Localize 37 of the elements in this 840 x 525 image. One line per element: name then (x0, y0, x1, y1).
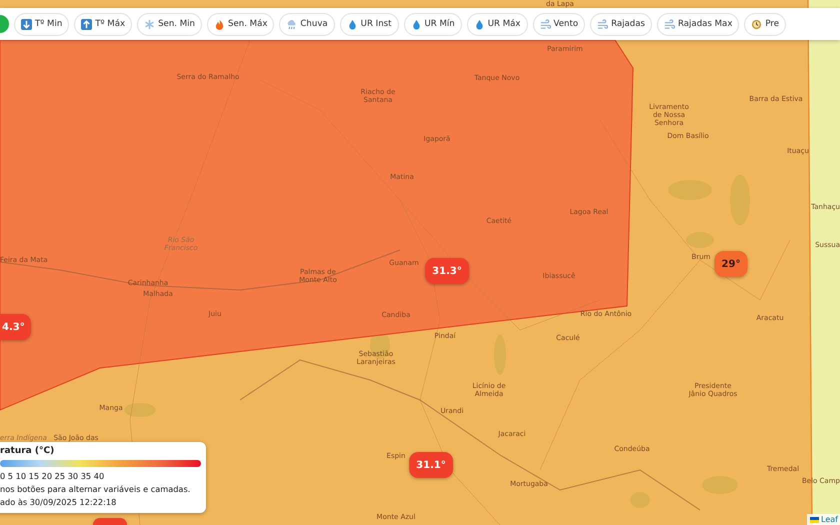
rain-cloud-icon (286, 18, 298, 30)
vegetation-patch (124, 403, 156, 417)
temperature-marker[interactable] (93, 518, 127, 525)
legend-hint: nos botões para alternar variáveis e camadas. (0, 483, 192, 496)
layer-button[interactable]: Tº Máx (74, 12, 132, 36)
wind-icon (540, 18, 551, 30)
layer-button[interactable]: Chuva (279, 12, 335, 36)
layer-button[interactable]: Rajadas (590, 12, 652, 36)
temperature-marker[interactable]: 31.1° (409, 452, 453, 478)
droplet-icon (410, 18, 422, 30)
layer-button[interactable]: UR Máx (466, 12, 528, 36)
clock-icon (751, 18, 762, 30)
layer-button[interactable]: Rajadas Max (657, 12, 740, 36)
flag-icon (810, 516, 820, 522)
temperature-marker[interactable]: 31.3° (425, 258, 469, 284)
layer-button[interactable]: UR Mín (404, 12, 462, 36)
update-time: ado às 30/09/2025 12:22:18 (0, 496, 118, 509)
layer-button[interactable]: Vento (532, 12, 586, 36)
wind-icon (664, 18, 675, 30)
flame-icon (214, 18, 225, 30)
attribution-link[interactable]: Leaf (807, 514, 840, 525)
snowflake-icon (144, 18, 156, 30)
wind-icon (597, 18, 608, 30)
droplet-icon (346, 18, 358, 30)
temperature-marker[interactable]: 29° (714, 251, 748, 277)
layer-button[interactable]: Sen. Máx (207, 12, 274, 36)
scale-labels: 0 5 10 15 20 25 30 35 40 (0, 470, 106, 483)
up-arrow-icon (81, 18, 92, 30)
down-arrow-icon (21, 18, 32, 30)
droplet-icon (474, 18, 485, 30)
legend-title: ratura (°C) (0, 446, 56, 457)
vegetation-patch (686, 232, 714, 248)
layer-button[interactable]: Sen. Min (137, 12, 202, 36)
layer-button[interactable]: UR Inst (340, 12, 398, 36)
layer-button[interactable]: Tº Min (14, 12, 70, 36)
layer-button[interactable]: Pre (744, 12, 786, 36)
temperature-marker[interactable]: 4.3° (0, 314, 31, 340)
